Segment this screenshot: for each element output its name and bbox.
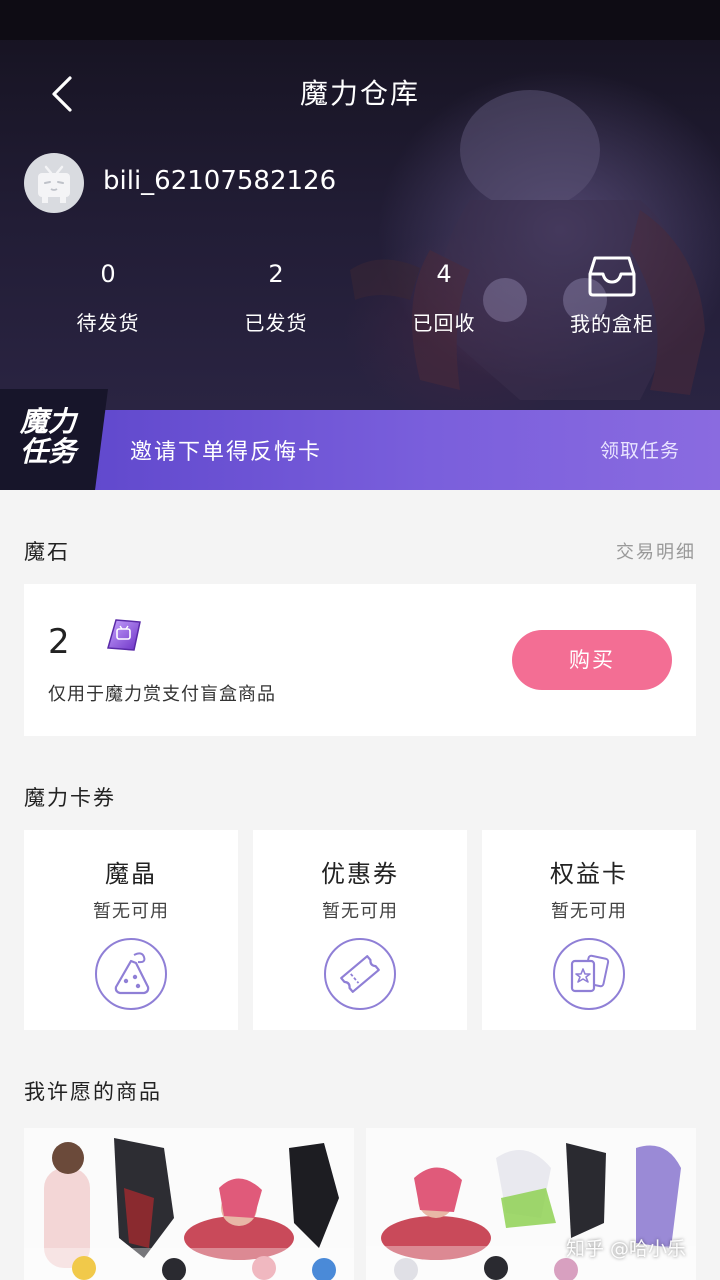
figure-collection-image [24,1128,354,1280]
coupon-title: 权益卡 [550,860,628,888]
star-cards-icon [553,938,625,1010]
magic-stone-title: 魔石 [24,540,70,564]
coupon-title: 魔晶 [105,860,157,888]
my-box-cabinet-button[interactable]: 我的盒柜 [537,252,687,337]
inbox-tray-icon [588,256,636,297]
coupon-title: 优惠券 [321,860,399,888]
buy-button[interactable]: 购买 [512,630,672,690]
task-badge: 魔力 任务 [0,389,108,490]
coupon-card-benefit[interactable]: 权益卡 暂无可用 [482,830,696,1030]
cabinet-label: 我的盒柜 [570,312,654,336]
username: bili_62107582126 [103,166,337,196]
stat-label: 已发货 [244,311,308,335]
magic-stone-count: 2 [48,622,70,662]
wishlist-item[interactable] [24,1128,354,1280]
coupon-status: 暂无可用 [551,901,627,922]
transaction-details-link[interactable]: 交易明细 [616,538,696,564]
stat-value: 2 [268,260,284,288]
page-title: 魔力仓库 [299,77,420,110]
magic-stone-gem-icon [107,619,141,651]
stat-pending-shipment[interactable]: 0 待发货 [33,255,183,336]
hero-figure-illustration [350,90,705,400]
claim-task-link[interactable]: 领取任务 [600,436,680,463]
status-bar [0,0,720,40]
coupon-card-crystal[interactable]: 魔晶 暂无可用 [24,830,238,1030]
stat-shipped[interactable]: 2 已发货 [201,255,351,336]
cards-section-title: 魔力卡券 [24,786,116,810]
stat-recycled[interactable]: 4 已回收 [369,255,519,336]
task-badge-line2: 任务 [20,435,77,468]
stat-value: 0 [100,260,116,288]
stat-value: 4 [436,260,452,288]
ticket-icon [324,938,396,1010]
wishlist-title: 我许愿的商品 [24,1080,162,1104]
task-badge-line1: 魔力 [20,405,77,438]
stat-label: 已回收 [412,311,476,335]
avatar[interactable] [24,153,84,213]
magic-stone-description: 仅用于魔力赏支付盲盒商品 [48,684,276,705]
coupon-card-discount[interactable]: 优惠券 暂无可用 [253,830,467,1030]
stat-label: 待发货 [76,311,140,335]
coupon-status: 暂无可用 [93,901,169,922]
tv-mascot-icon [38,165,70,203]
magic-stone-card: 2 仅用于魔力赏支付盲盒商品 购买 [24,584,696,736]
crystal-bag-icon [95,938,167,1010]
watermark-text: 知乎 @哈小乐 [566,1238,687,1260]
header-hero: 魔力仓库 bili_62107582126 0 待发货 2 已发货 4 已回收 … [0,0,720,410]
task-description: 邀请下单得反悔卡 [130,440,323,465]
coupon-status: 暂无可用 [322,901,398,922]
